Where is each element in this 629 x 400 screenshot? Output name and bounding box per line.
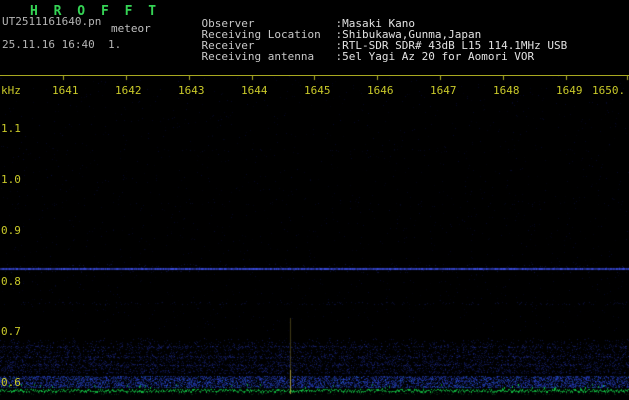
x-tick-label: 1642 bbox=[115, 84, 142, 97]
info-label: Receiving antenna bbox=[201, 50, 315, 63]
x-tick-label: 1643 bbox=[178, 84, 205, 97]
output-filename: UT2511161640.pn bbox=[2, 15, 102, 28]
x-tick-label: 1650. bbox=[592, 84, 626, 97]
x-tick-label: 1647 bbox=[430, 84, 457, 97]
y-tick-label: 0.7 bbox=[1, 325, 21, 338]
station-overlay-label: meteor bbox=[111, 22, 151, 35]
x-tick-label: 1648 bbox=[493, 84, 520, 97]
x-tick-label: 1641 bbox=[52, 84, 79, 97]
x-tick-label: 1649 bbox=[556, 84, 583, 97]
y-tick-label: 0.9 bbox=[1, 224, 21, 237]
spectrogram-canvas bbox=[0, 76, 629, 400]
y-tick-label: 0.6 bbox=[1, 376, 21, 389]
info-value: 5el Yagi Az 20 for Aomori VOR bbox=[342, 50, 535, 63]
x-tick-label: 1645 bbox=[304, 84, 331, 97]
x-tick-label: 1644 bbox=[241, 84, 268, 97]
y-axis-unit-label: kHz bbox=[1, 84, 21, 97]
info-row-antenna: Receiving antenna:5el Yagi Az 20 for Aom… bbox=[175, 37, 535, 76]
date-time-line: 25.11.16 16:40 1. bbox=[2, 38, 122, 51]
hrofft-screen: H R O F F T UT2511161640.pn meteor 25.11… bbox=[0, 0, 629, 400]
x-tick-label: 1646 bbox=[367, 84, 394, 97]
y-tick-label: 0.8 bbox=[1, 275, 21, 288]
y-tick-label: 1.1 bbox=[1, 122, 21, 135]
y-tick-label: 1.0 bbox=[1, 173, 21, 186]
